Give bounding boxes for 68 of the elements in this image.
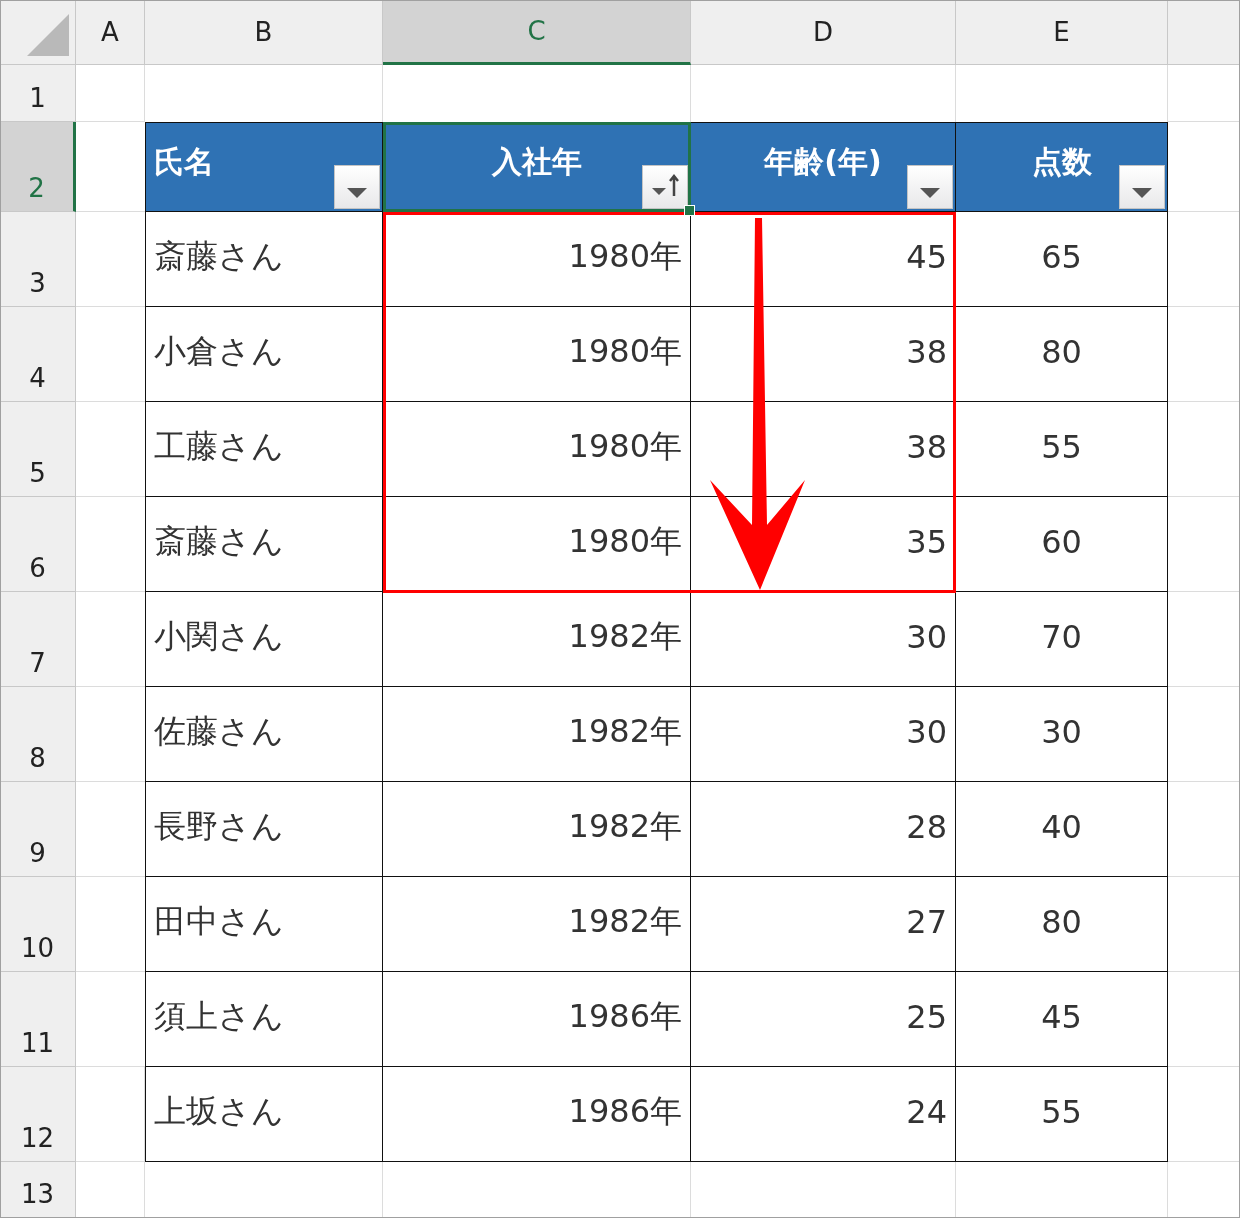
table-cell: 55 <box>1041 428 1082 466</box>
column-header[interactable]: A <box>76 0 145 65</box>
table-cell: 28 <box>906 808 947 846</box>
table-cell-text: 1980年 <box>568 426 682 467</box>
column-header[interactable]: B <box>145 0 383 65</box>
column-header[interactable] <box>1168 0 1240 65</box>
table-cell: 27 <box>906 903 947 941</box>
table-cell: 45 <box>906 238 947 276</box>
row-header[interactable]: 4 <box>0 307 76 402</box>
table-cell-text: 長野さん <box>154 806 284 847</box>
table-cell: 40 <box>1041 808 1082 846</box>
table-cell: 55 <box>1041 1093 1082 1131</box>
row-header[interactable]: 10 <box>0 877 76 972</box>
column-title: 年齢(年) <box>764 142 882 181</box>
table-cell-text: 小倉さん <box>154 331 284 372</box>
row-header[interactable]: 1 <box>0 65 76 122</box>
table-cell-text: 1982年 <box>568 616 682 657</box>
table-cell: 45 <box>1041 998 1082 1036</box>
table-cell-text: 須上さん <box>154 996 284 1037</box>
row-header[interactable]: 11 <box>0 972 76 1067</box>
table-cell: 80 <box>1041 333 1082 371</box>
table-cell: 30 <box>906 618 947 656</box>
table-cell: 60 <box>1041 523 1082 561</box>
filter-button[interactable] <box>907 165 953 209</box>
table-cell-text: 1980年 <box>568 236 682 277</box>
table-cell-text: 1980年 <box>568 331 682 372</box>
column-header[interactable]: D <box>691 0 956 65</box>
row-header[interactable]: 9 <box>0 782 76 877</box>
table-cell-text: 上坂さん <box>154 1091 284 1132</box>
table-cell-text: 1986年 <box>568 1091 682 1132</box>
table-cell: 24 <box>906 1093 947 1131</box>
column-header[interactable]: E <box>956 0 1168 65</box>
table-cell-text: 斎藤さん <box>154 236 284 277</box>
table-cell: 80 <box>1041 903 1082 941</box>
row-header[interactable]: 8 <box>0 687 76 782</box>
table-cell: 30 <box>906 713 947 751</box>
column-title: 入社年 <box>491 142 582 181</box>
table-cell-text: 佐藤さん <box>154 711 284 752</box>
table-cell-text: 1982年 <box>568 806 682 847</box>
table-cell-text: 斎藤さん <box>154 521 284 562</box>
table-cell-text: 工藤さん <box>154 426 284 467</box>
table-cell: 35 <box>906 523 947 561</box>
row-header[interactable]: 3 <box>0 212 76 307</box>
column-header[interactable]: C <box>383 0 691 65</box>
table-cell-text: 田中さん <box>154 901 284 942</box>
table-cell-text: 1982年 <box>568 711 682 752</box>
column-title: 点数 <box>1031 142 1092 181</box>
table-cell: 38 <box>906 428 947 466</box>
fill-handle[interactable] <box>684 205 695 216</box>
table-cell-text: 1982年 <box>568 901 682 942</box>
row-header[interactable]: 2 <box>0 122 76 212</box>
row-header[interactable]: 13 <box>0 1162 76 1218</box>
column-title: 氏名 <box>154 142 214 181</box>
row-header[interactable]: 12 <box>0 1067 76 1162</box>
table-cell: 25 <box>906 998 947 1036</box>
row-header[interactable]: 7 <box>0 592 76 687</box>
table-cell-text: 小関さん <box>154 616 284 657</box>
table-cell-text: 1980年 <box>568 521 682 562</box>
table-cell: 65 <box>1041 238 1082 276</box>
filter-button[interactable] <box>1119 165 1165 209</box>
row-header[interactable]: 6 <box>0 497 76 592</box>
row-header[interactable]: 5 <box>0 402 76 497</box>
table-cell-text: 1986年 <box>568 996 682 1037</box>
filter-button[interactable] <box>334 165 380 209</box>
table-cell: 30 <box>1041 713 1082 751</box>
filter-button[interactable] <box>642 165 688 209</box>
table-cell: 38 <box>906 333 947 371</box>
table-cell: 70 <box>1041 618 1082 656</box>
